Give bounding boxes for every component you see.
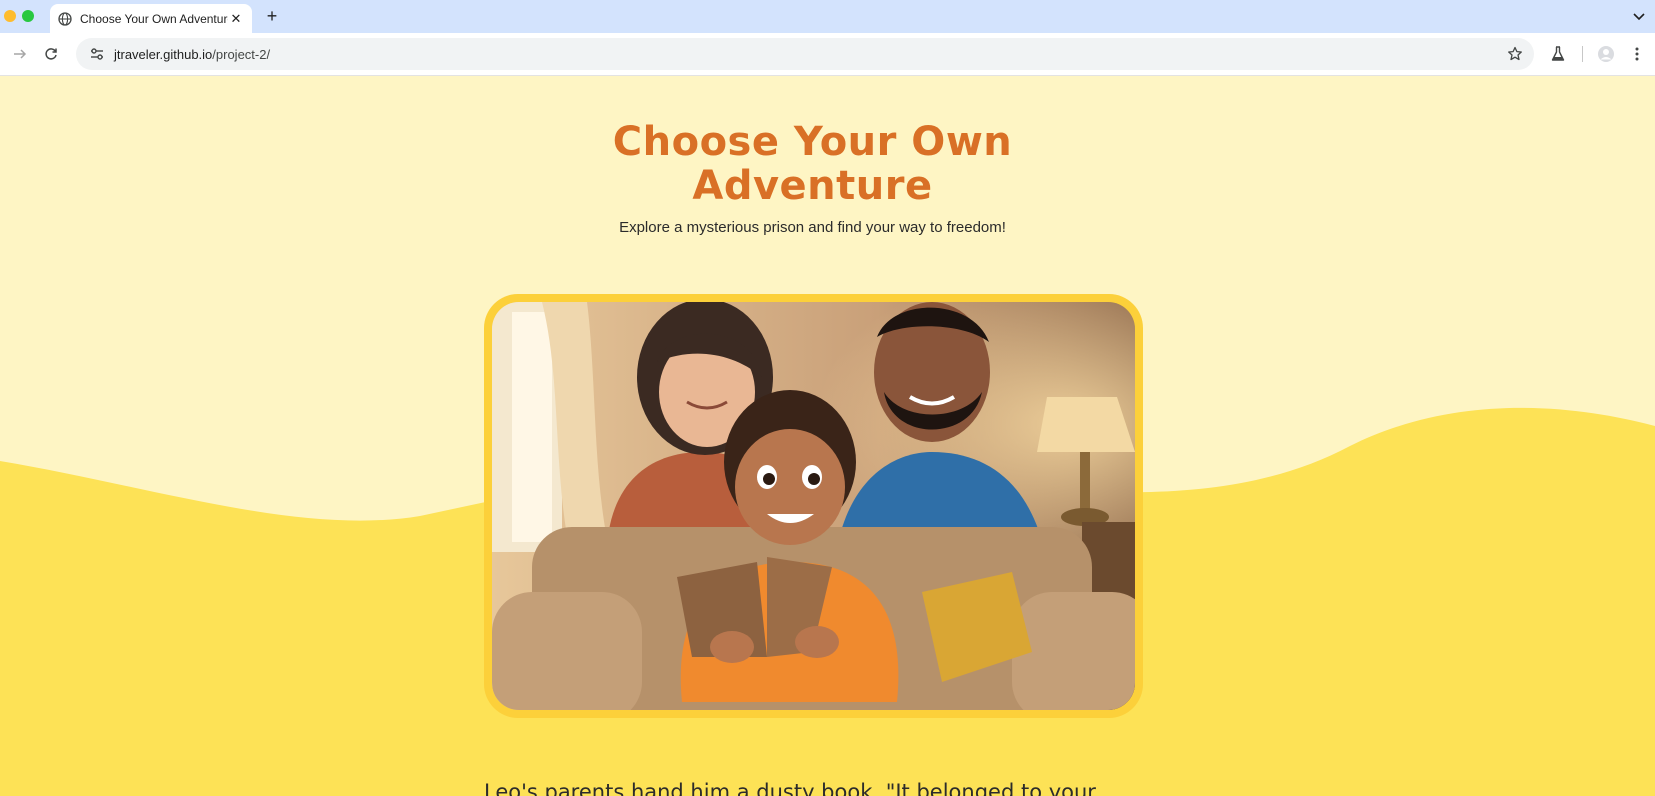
page-subtitle: Explore a mysterious prison and find you…: [619, 219, 1006, 236]
minimize-window-button[interactable]: [4, 10, 16, 22]
url-text: jtraveler.github.io/project-2/: [114, 47, 270, 62]
title-line-2: Adventure: [692, 163, 933, 209]
maximize-window-button[interactable]: [22, 10, 34, 22]
url-path: /project-2/: [212, 46, 271, 62]
labs-flask-icon[interactable]: [1548, 44, 1568, 64]
globe-icon: [58, 11, 72, 26]
page-title: Choose Your Own Adventure: [0, 120, 1625, 208]
tab-strip: Choose Your Own Adventure ✕ +: [0, 0, 1655, 33]
chevron-down-icon[interactable]: [1629, 7, 1649, 27]
hero-illustration: [492, 302, 1135, 710]
browser-toolbar: jtraveler.github.io/project-2/: [0, 33, 1655, 76]
browser-tab-active[interactable]: Choose Your Own Adventure ✕: [50, 4, 252, 33]
close-tab-icon[interactable]: ✕: [228, 11, 244, 27]
bookmark-star-icon[interactable]: [1506, 45, 1524, 63]
page-content: Choose Your Own Adventure Explore a myst…: [0, 76, 1655, 796]
title-line-1: Choose Your Own: [612, 119, 1013, 165]
url-host: jtraveler.github.io: [114, 46, 213, 62]
hero-image-frame: [484, 294, 1143, 718]
site-settings-icon[interactable]: [82, 39, 112, 69]
tab-title: Choose Your Own Adventure: [80, 11, 228, 26]
forward-arrow-icon[interactable]: [8, 42, 32, 66]
more-menu-icon[interactable]: [1627, 44, 1647, 64]
reload-icon[interactable]: [39, 42, 63, 66]
story-text: Leo's parents hand him a dusty book. "It…: [484, 780, 1096, 796]
profile-avatar-icon[interactable]: [1596, 44, 1616, 64]
new-tab-button[interactable]: +: [262, 6, 282, 26]
address-bar[interactable]: jtraveler.github.io/project-2/: [76, 38, 1534, 70]
toolbar-divider: [1582, 46, 1583, 62]
